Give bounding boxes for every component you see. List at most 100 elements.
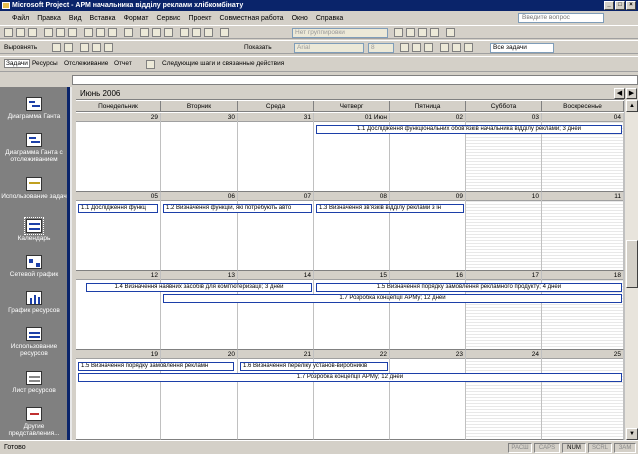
task-bar[interactable]: 1.5 Визначення порядку замовлення реклам… [316,283,622,292]
menu-format[interactable]: Формат [124,15,149,22]
day-cell[interactable]: 31 [238,113,314,192]
show-subtasks-icon[interactable] [80,43,89,52]
italic-icon[interactable] [412,43,421,52]
task-info-icon[interactable] [180,28,189,37]
font-size-combo[interactable]: 8 [368,43,394,53]
menu-window[interactable]: Окно [292,15,308,22]
day-cell[interactable]: 30 [161,113,238,192]
task-bar[interactable]: 1.6 Визначення переліку установ-виробник… [240,362,388,371]
scroll-down-icon[interactable]: ▼ [626,428,638,440]
tab-report[interactable]: Отчет [114,60,132,67]
open-icon[interactable] [16,28,25,37]
task-bar[interactable]: 1.2 Визначення функцій, які потребують а… [163,204,312,213]
new-icon[interactable] [4,28,13,37]
help-search-input[interactable]: Введите вопрос [518,13,604,23]
underline-icon[interactable] [424,43,433,52]
align-right-icon[interactable] [464,43,473,52]
minimize-icon[interactable]: _ [604,1,614,10]
day-number: 23 [390,350,465,359]
print-icon[interactable] [44,28,53,37]
menu-insert[interactable]: Вставка [90,15,116,22]
filter-combo[interactable]: Все задачи [490,43,554,53]
view-calendar[interactable]: Календарь [0,217,68,242]
day-cell[interactable]: 10 [466,192,542,271]
indent-icon[interactable] [52,43,61,52]
undo-icon[interactable] [124,28,133,37]
vertical-scrollbar[interactable]: ▲ ▼ [624,100,638,440]
group-by-combo[interactable]: Нет группировки [292,28,388,38]
view-network-diagram[interactable]: Сетевой график [0,255,68,278]
align-label[interactable]: Выровнять [4,44,37,51]
view-tracking-gantt[interactable]: Диаграмма Ганта с отслеживанием [0,133,68,163]
day-cell[interactable]: 24 [466,350,542,440]
day-cell[interactable]: 25 [542,350,624,440]
close-icon[interactable]: × [626,1,636,10]
print-preview-icon[interactable] [56,28,65,37]
paste-icon[interactable] [108,28,117,37]
help-icon[interactable] [446,28,455,37]
show-menu-label[interactable]: Показать [244,44,272,51]
cut-icon[interactable] [84,28,93,37]
assign-resources-icon[interactable] [204,28,213,37]
tab-resources[interactable]: Ресурсы [32,60,58,67]
menu-view[interactable]: Вид [69,15,82,22]
view-gantt-chart[interactable]: Диаграмма Ганта [0,97,68,120]
view-resource-graph[interactable]: График ресурсов [0,291,68,314]
menu-project[interactable]: Проект [188,15,211,22]
day-cell[interactable]: 11 [542,192,624,271]
go-to-task-icon[interactable] [418,28,427,37]
task-bar[interactable]: 1.3 Визначення зв'язків відділу реклами … [316,204,464,213]
bold-icon[interactable] [400,43,409,52]
view-resource-usage[interactable]: Использование ресурсов [0,327,68,357]
task-bar[interactable]: 1.1 Дослідження функціональних обов'язкі… [316,125,622,134]
menu-tools[interactable]: Сервис [156,15,180,22]
view-more-views[interactable]: Другие представления... [0,407,68,437]
guide-toggle-icon[interactable] [146,60,155,69]
tab-tasks[interactable]: Задачи [4,59,30,68]
scroll-thumb[interactable] [626,240,638,288]
menu-file[interactable]: Файл [12,15,29,22]
unlink-tasks-icon[interactable] [152,28,161,37]
next-month-icon[interactable]: ▶ [626,88,637,99]
day-cell[interactable]: 29 [76,113,161,192]
align-center-icon[interactable] [452,43,461,52]
task-bar[interactable]: 1.1 Дослідження функц [78,204,158,213]
task-bar[interactable]: 1.5 Визначення порядку замовлення реклам… [78,362,234,371]
maximize-icon[interactable]: □ [615,1,625,10]
font-combo[interactable]: Arial [294,43,364,53]
view-resource-sheet[interactable]: Лист ресурсов [0,371,68,394]
menu-edit[interactable]: Правка [37,15,61,22]
split-task-icon[interactable] [164,28,173,37]
zoom-out-icon[interactable] [406,28,415,37]
menu-collaborate[interactable]: Совместная работа [220,15,284,22]
day-number: 10 [466,192,541,201]
view-task-usage[interactable]: Использование задач [0,177,68,200]
status-scrl: SCRL [588,443,612,453]
save-icon[interactable] [28,28,37,37]
day-number: 16 [390,271,465,280]
calendar-week: 12 13 14 15 16 17 18 1.4 Визначення наяв… [76,271,624,350]
task-bar[interactable]: 1.7 Розробка концепції АРМу; 12 дней [163,294,622,303]
next-steps-menu[interactable]: Следующие шаги и связанные действия [162,60,284,67]
zoom-in-icon[interactable] [394,28,403,37]
prev-month-icon[interactable]: ◀ [614,88,625,99]
spelling-icon[interactable] [68,28,77,37]
tab-tracking[interactable]: Отслеживание [64,60,108,67]
scroll-up-icon[interactable]: ▲ [626,100,638,112]
menu-help[interactable]: Справка [316,15,343,22]
link-tasks-icon[interactable] [140,28,149,37]
align-left-icon[interactable] [440,43,449,52]
project-app-icon[interactable] [2,2,10,9]
outdent-icon[interactable] [64,43,73,52]
task-bar[interactable]: 1.4 Визначення наявних засобів для комп'… [86,283,312,292]
copy-icon[interactable] [96,28,105,37]
publish-icon[interactable] [220,28,229,37]
show-icon[interactable] [104,43,113,52]
task-bar[interactable]: 1.7 Розробка концепції АРМу; 12 дней [78,373,622,382]
day-cell[interactable]: 23 [390,350,466,440]
entry-field[interactable] [72,75,638,85]
copy-picture-icon[interactable] [430,28,439,37]
notes-icon[interactable] [192,28,201,37]
hide-subtasks-icon[interactable] [92,43,101,52]
day-number: 09 [390,192,465,201]
